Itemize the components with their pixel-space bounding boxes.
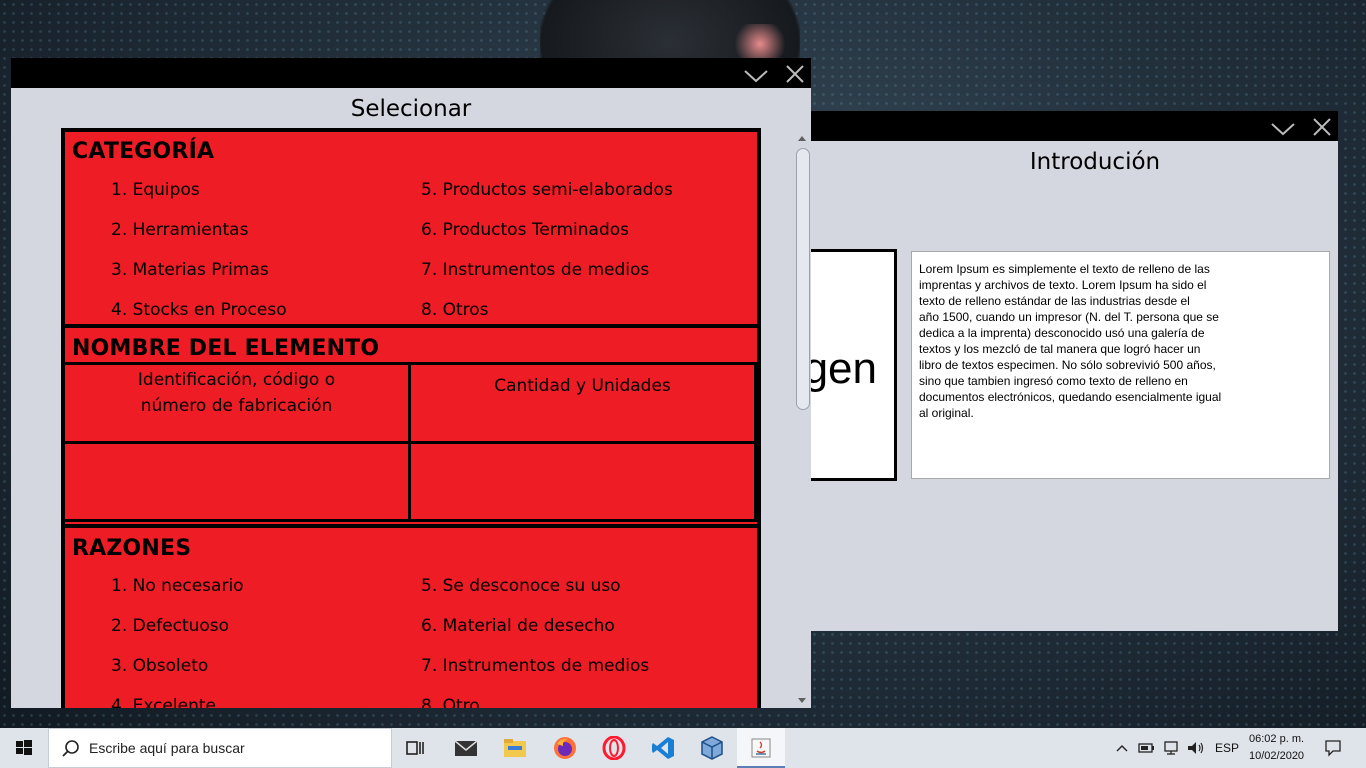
form-sheet: CATEGORÍA 1. Equipos 2. Herramientas 3. … [61,128,761,708]
file-explorer-icon[interactable] [491,728,539,768]
intro-textarea[interactable]: Lorem Ipsum es simplemente el texto de r… [911,251,1330,479]
vscode-icon[interactable] [639,728,687,768]
taskbar-search-box[interactable]: Escribe aquí para buscar [48,728,392,768]
intro-text-line: libro de textos especimen. No sólo sobre… [919,358,1216,372]
categoria-item[interactable]: 3. Materias Primas [111,260,269,280]
intro-window: Introdución gen Lorem Ipsum es simplemen… [800,111,1338,631]
virtualbox-icon[interactable] [688,728,736,768]
elemento-heading: NOMBRE DEL ELEMENTO [72,336,380,361]
categoria-item[interactable]: 4. Stocks en Proceso [111,300,287,320]
minimize-chevron-icon[interactable] [743,61,769,87]
razones-item[interactable]: 3. Obsoleto [111,656,208,676]
categoria-heading: CATEGORÍA [72,139,215,164]
cantidad-header-cell: Cantidad y Unidades [411,362,757,444]
identificacion-input-cell[interactable] [65,441,411,522]
intro-text-line: Lorem Ipsum es simplemente el texto de r… [919,262,1210,276]
java-app-icon[interactable] [737,728,785,768]
categoria-item[interactable]: 8. Otros [421,300,489,320]
intro-title: Introdución [1029,149,1161,175]
razones-item[interactable]: 6. Material de desecho [421,616,615,636]
razones-section: RAZONES 1. No necesario 2. Defectuoso 3.… [65,524,757,708]
elemento-section: NOMBRE DEL ELEMENTO Identificación, códi… [65,324,757,528]
razones-item[interactable]: 5. Se desconoce su uso [421,576,621,596]
image-placeholder-label: gen [803,344,877,393]
network-icon[interactable] [1162,740,1180,756]
categoria-item[interactable]: 1. Equipos [111,180,200,200]
razones-item[interactable]: 4. Excelente [111,696,216,708]
windows-start-icon[interactable] [0,728,48,768]
search-placeholder: Escribe aquí para buscar [89,740,245,756]
image-placeholder: gen [800,249,897,481]
intro-text-line: documentos electrónicos, quedando esenci… [919,390,1222,404]
cantidad-label: Cantidad y Unidades [494,376,671,396]
mail-icon[interactable] [442,728,490,768]
categoria-section: CATEGORÍA 1. Equipos 2. Herramientas 3. … [65,128,757,328]
volume-icon[interactable] [1186,740,1206,756]
intro-text-line: textos y los mezcló de tal manera que lo… [919,342,1201,356]
identificacion-label-1: Identificación, código o [137,370,336,390]
close-icon[interactable] [1310,114,1336,140]
intro-text-line: texto de relleno estándar de las industr… [919,294,1190,308]
identificacion-header-cell: Identificación, código o número de fabri… [65,362,411,444]
select-titlebar[interactable] [11,58,811,88]
battery-icon[interactable] [1138,742,1156,754]
opera-icon[interactable] [590,728,638,768]
razones-heading: RAZONES [72,536,192,561]
select-window: Selecionar CATEGORÍA 1. Equipos 2. Herra… [11,58,811,708]
firefox-icon[interactable] [541,728,589,768]
razones-item[interactable]: 1. No necesario [111,576,244,596]
scroll-down-arrow-icon[interactable] [795,692,809,706]
razones-item[interactable]: 7. Instrumentos de medios [421,656,649,676]
categoria-item[interactable]: 7. Instrumentos de medios [421,260,649,280]
razones-item[interactable]: 8. Otro [421,696,480,708]
identificacion-label-2: número de fabricación [140,396,333,416]
show-hidden-icons-chevron-icon[interactable] [1116,743,1128,753]
scroll-thumb[interactable] [796,148,810,410]
language-indicator[interactable]: ESP [1215,741,1239,755]
intro-text-line: al original. [919,406,974,420]
close-icon[interactable] [783,61,809,87]
select-title: Selecionar [350,96,472,122]
scroll-up-arrow-icon[interactable] [795,130,809,144]
categoria-item[interactable]: 6. Productos Terminados [421,220,629,240]
form-scroll-area[interactable]: CATEGORÍA 1. Equipos 2. Herramientas 3. … [61,128,761,708]
categoria-item[interactable]: 5. Productos semi-elaborados [421,180,673,200]
intro-titlebar[interactable] [800,111,1338,141]
notifications-icon[interactable] [1324,739,1342,757]
cantidad-input-cell[interactable] [411,441,757,522]
search-icon [62,740,79,757]
categoria-item[interactable]: 2. Herramientas [111,220,248,240]
taskbar: Escribe aquí para buscar ESP 06:02 p. m.… [0,728,1366,768]
vertical-scrollbar[interactable] [795,130,810,708]
intro-text-line: año 1500, cuando un impresor (N. del T. … [919,310,1219,324]
intro-text-line: dedica a la imprenta) desconocido usó un… [919,326,1205,340]
razones-item[interactable]: 2. Defectuoso [111,616,229,636]
clock-time[interactable]: 06:02 p. m. [1249,733,1304,745]
clock-date[interactable]: 10/02/2020 [1249,750,1304,762]
intro-text-line: sino que tambien ingresó como texto de r… [919,374,1188,388]
minimize-chevron-icon[interactable] [1270,114,1296,140]
intro-text-line: imprentas y archivos de texto. Lorem Ips… [919,278,1207,292]
task-view-icon[interactable] [392,728,440,768]
